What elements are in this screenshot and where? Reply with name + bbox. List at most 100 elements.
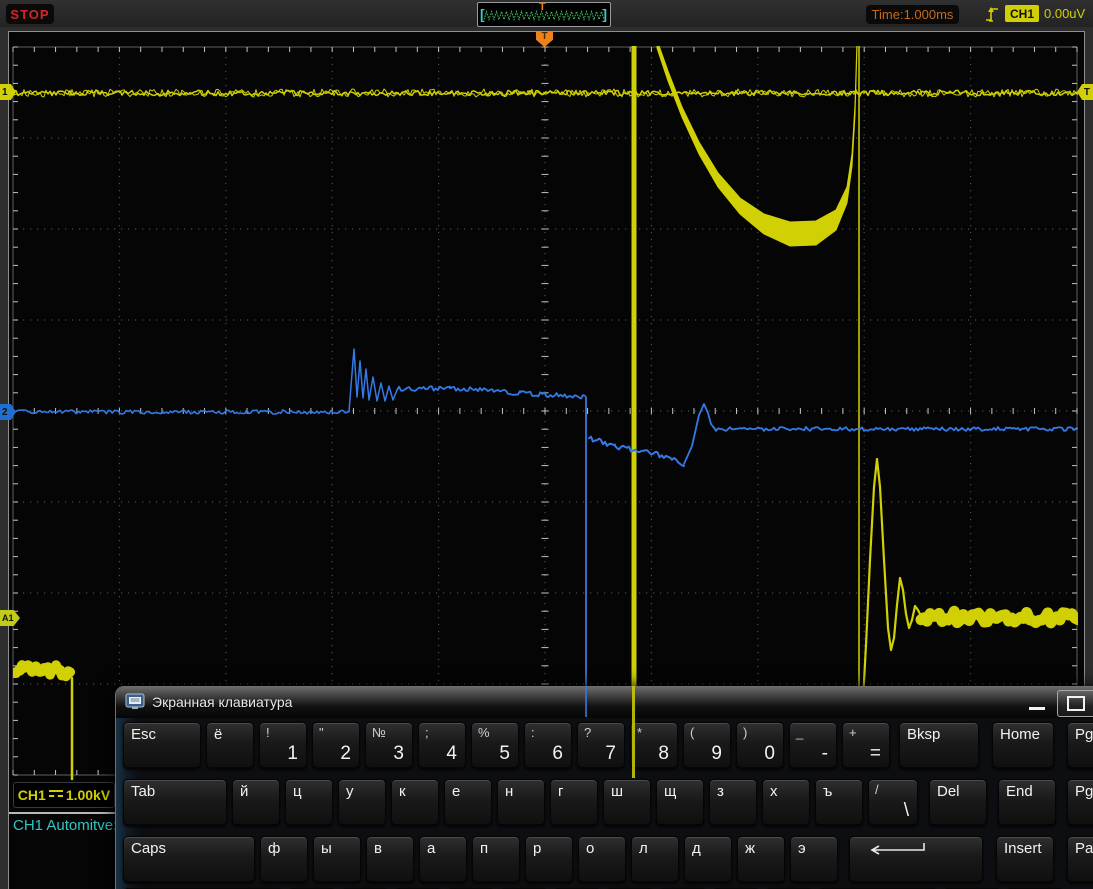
keyboard-row-3: Capsф ы вапро л д жэ Insert Pa — [123, 836, 1093, 883]
key-ё[interactable]: ё — [206, 722, 254, 769]
key-enter[interactable] — [849, 836, 983, 883]
trigger-position-label: T — [541, 31, 547, 42]
key-Esc[interactable]: Esc — [123, 722, 201, 769]
key-End[interactable]: End — [998, 779, 1056, 826]
key-ф[interactable]: ф — [260, 836, 308, 883]
key-з[interactable]: з — [709, 779, 757, 826]
key-о[interactable]: о — [578, 836, 626, 883]
key-5[interactable]: %5 — [471, 722, 519, 769]
key-Pa[interactable]: Pa — [1067, 836, 1093, 883]
key-ж[interactable]: ж — [737, 836, 785, 883]
ch1-scale-readout: CH1 1.00kV — [13, 782, 115, 808]
key-shift-char: ? — [584, 725, 591, 740]
key-label: Pg — [1075, 726, 1093, 743]
key-1[interactable]: !1 — [259, 722, 307, 769]
acquisition-status-badge: STOP — [6, 4, 54, 24]
key-н[interactable]: н — [497, 779, 545, 826]
key-й[interactable]: й — [232, 779, 280, 826]
dc-coupling-icon — [49, 790, 63, 801]
key-label: о — [586, 840, 594, 857]
key-label: Del — [937, 783, 960, 800]
key-main-char: 3 — [393, 743, 404, 765]
key-label: л — [639, 840, 648, 857]
key-ы[interactable]: ы — [313, 836, 361, 883]
preview-left-bracket[interactable]: [ — [480, 6, 485, 23]
key-л[interactable]: л — [631, 836, 679, 883]
key-Home[interactable]: Home — [992, 722, 1054, 769]
key-а[interactable]: а — [419, 836, 467, 883]
key-=[interactable]: += — [842, 722, 890, 769]
maximize-icon — [1067, 696, 1085, 711]
ch1-trace-overlay-line — [632, 686, 635, 778]
key-main-char: \ — [904, 800, 909, 822]
key-main-char: 0 — [764, 743, 775, 765]
key-6[interactable]: :6 — [524, 722, 572, 769]
key-label: Bksp — [907, 726, 940, 743]
key-shift-char: ) — [743, 725, 747, 740]
key-label: Esc — [131, 726, 156, 743]
preview-trigger-marker[interactable]: T — [539, 1, 546, 13]
key-7[interactable]: ?7 — [577, 722, 625, 769]
key-shift-char: ! — [266, 725, 270, 740]
key-shift-char: : — [531, 725, 535, 740]
key-в[interactable]: в — [366, 836, 414, 883]
key-г[interactable]: г — [550, 779, 598, 826]
key-shift-char: * — [637, 725, 642, 740]
key-р[interactable]: р — [525, 836, 573, 883]
key-label: у — [346, 783, 354, 800]
key-Caps[interactable]: Caps — [123, 836, 255, 883]
key-е[interactable]: е — [444, 779, 492, 826]
key-label: х — [770, 783, 778, 800]
key-д[interactable]: д — [684, 836, 732, 883]
keyboard-titlebar[interactable]: Экранная клавиатура — [116, 687, 1093, 718]
key-х[interactable]: х — [762, 779, 810, 826]
maximize-button[interactable] — [1057, 690, 1093, 717]
key-э[interactable]: э — [790, 836, 838, 883]
key-main-char: 6 — [552, 743, 563, 765]
key-Del[interactable]: Del — [929, 779, 987, 826]
key-shift-char: + — [849, 725, 857, 740]
key-3[interactable]: №3 — [365, 722, 413, 769]
key-Pg[interactable]: Pg — [1067, 722, 1093, 769]
key-к[interactable]: к — [391, 779, 439, 826]
key-9[interactable]: (9 — [683, 722, 731, 769]
key-main-char: = — [870, 743, 881, 765]
key-4[interactable]: ;4 — [418, 722, 466, 769]
key--[interactable]: _- — [789, 722, 837, 769]
key-ъ[interactable]: ъ — [815, 779, 863, 826]
trigger-level-readout: 0.00uV — [1044, 6, 1085, 21]
keyboard-row-1: Escё!1"2№3;4%5:6?7*8(9)0_-+=BkspHomePg — [123, 722, 1093, 769]
key-ш[interactable]: ш — [603, 779, 651, 826]
key-label: г — [558, 783, 563, 800]
key-ц[interactable]: ц — [285, 779, 333, 826]
trigger-edge-icon — [983, 3, 1001, 24]
minimize-button[interactable] — [1021, 692, 1053, 714]
trigger-level-label: T — [1084, 87, 1090, 98]
key-8[interactable]: *8 — [630, 722, 678, 769]
oscilloscope-screen: STOP [ ] T Time:1.000ms CH1 0.00uV T 1 2… — [0, 0, 1093, 889]
key-label: д — [692, 840, 701, 857]
key-label: з — [717, 783, 724, 800]
key-у[interactable]: у — [338, 779, 386, 826]
key-main-char: 5 — [499, 743, 510, 765]
key-shift-char: _ — [796, 725, 803, 740]
key-label: ы — [321, 840, 332, 857]
key-label: й — [240, 783, 248, 800]
key-label: ъ — [823, 783, 832, 800]
key-щ[interactable]: щ — [656, 779, 704, 826]
key-2[interactable]: "2 — [312, 722, 360, 769]
key-label: ш — [611, 783, 623, 800]
key-Bksp[interactable]: Bksp — [899, 722, 979, 769]
key-Tab[interactable]: Tab — [123, 779, 227, 826]
key-Pg[interactable]: Pg — [1067, 779, 1093, 826]
key-\[interactable]: /\ — [868, 779, 918, 826]
preview-right-bracket[interactable]: ] — [602, 6, 607, 23]
timebase-readout: Time:1.000ms — [866, 5, 959, 24]
key-main-char: - — [822, 743, 828, 765]
key-0[interactable]: )0 — [736, 722, 784, 769]
key-main-char: 9 — [711, 743, 722, 765]
key-label: ф — [268, 840, 280, 857]
key-Insert[interactable]: Insert — [996, 836, 1054, 883]
keyboard-row-2: Tabй цу кенг ш щз х ъ /\ Del EndPg — [123, 779, 1093, 826]
key-п[interactable]: п — [472, 836, 520, 883]
